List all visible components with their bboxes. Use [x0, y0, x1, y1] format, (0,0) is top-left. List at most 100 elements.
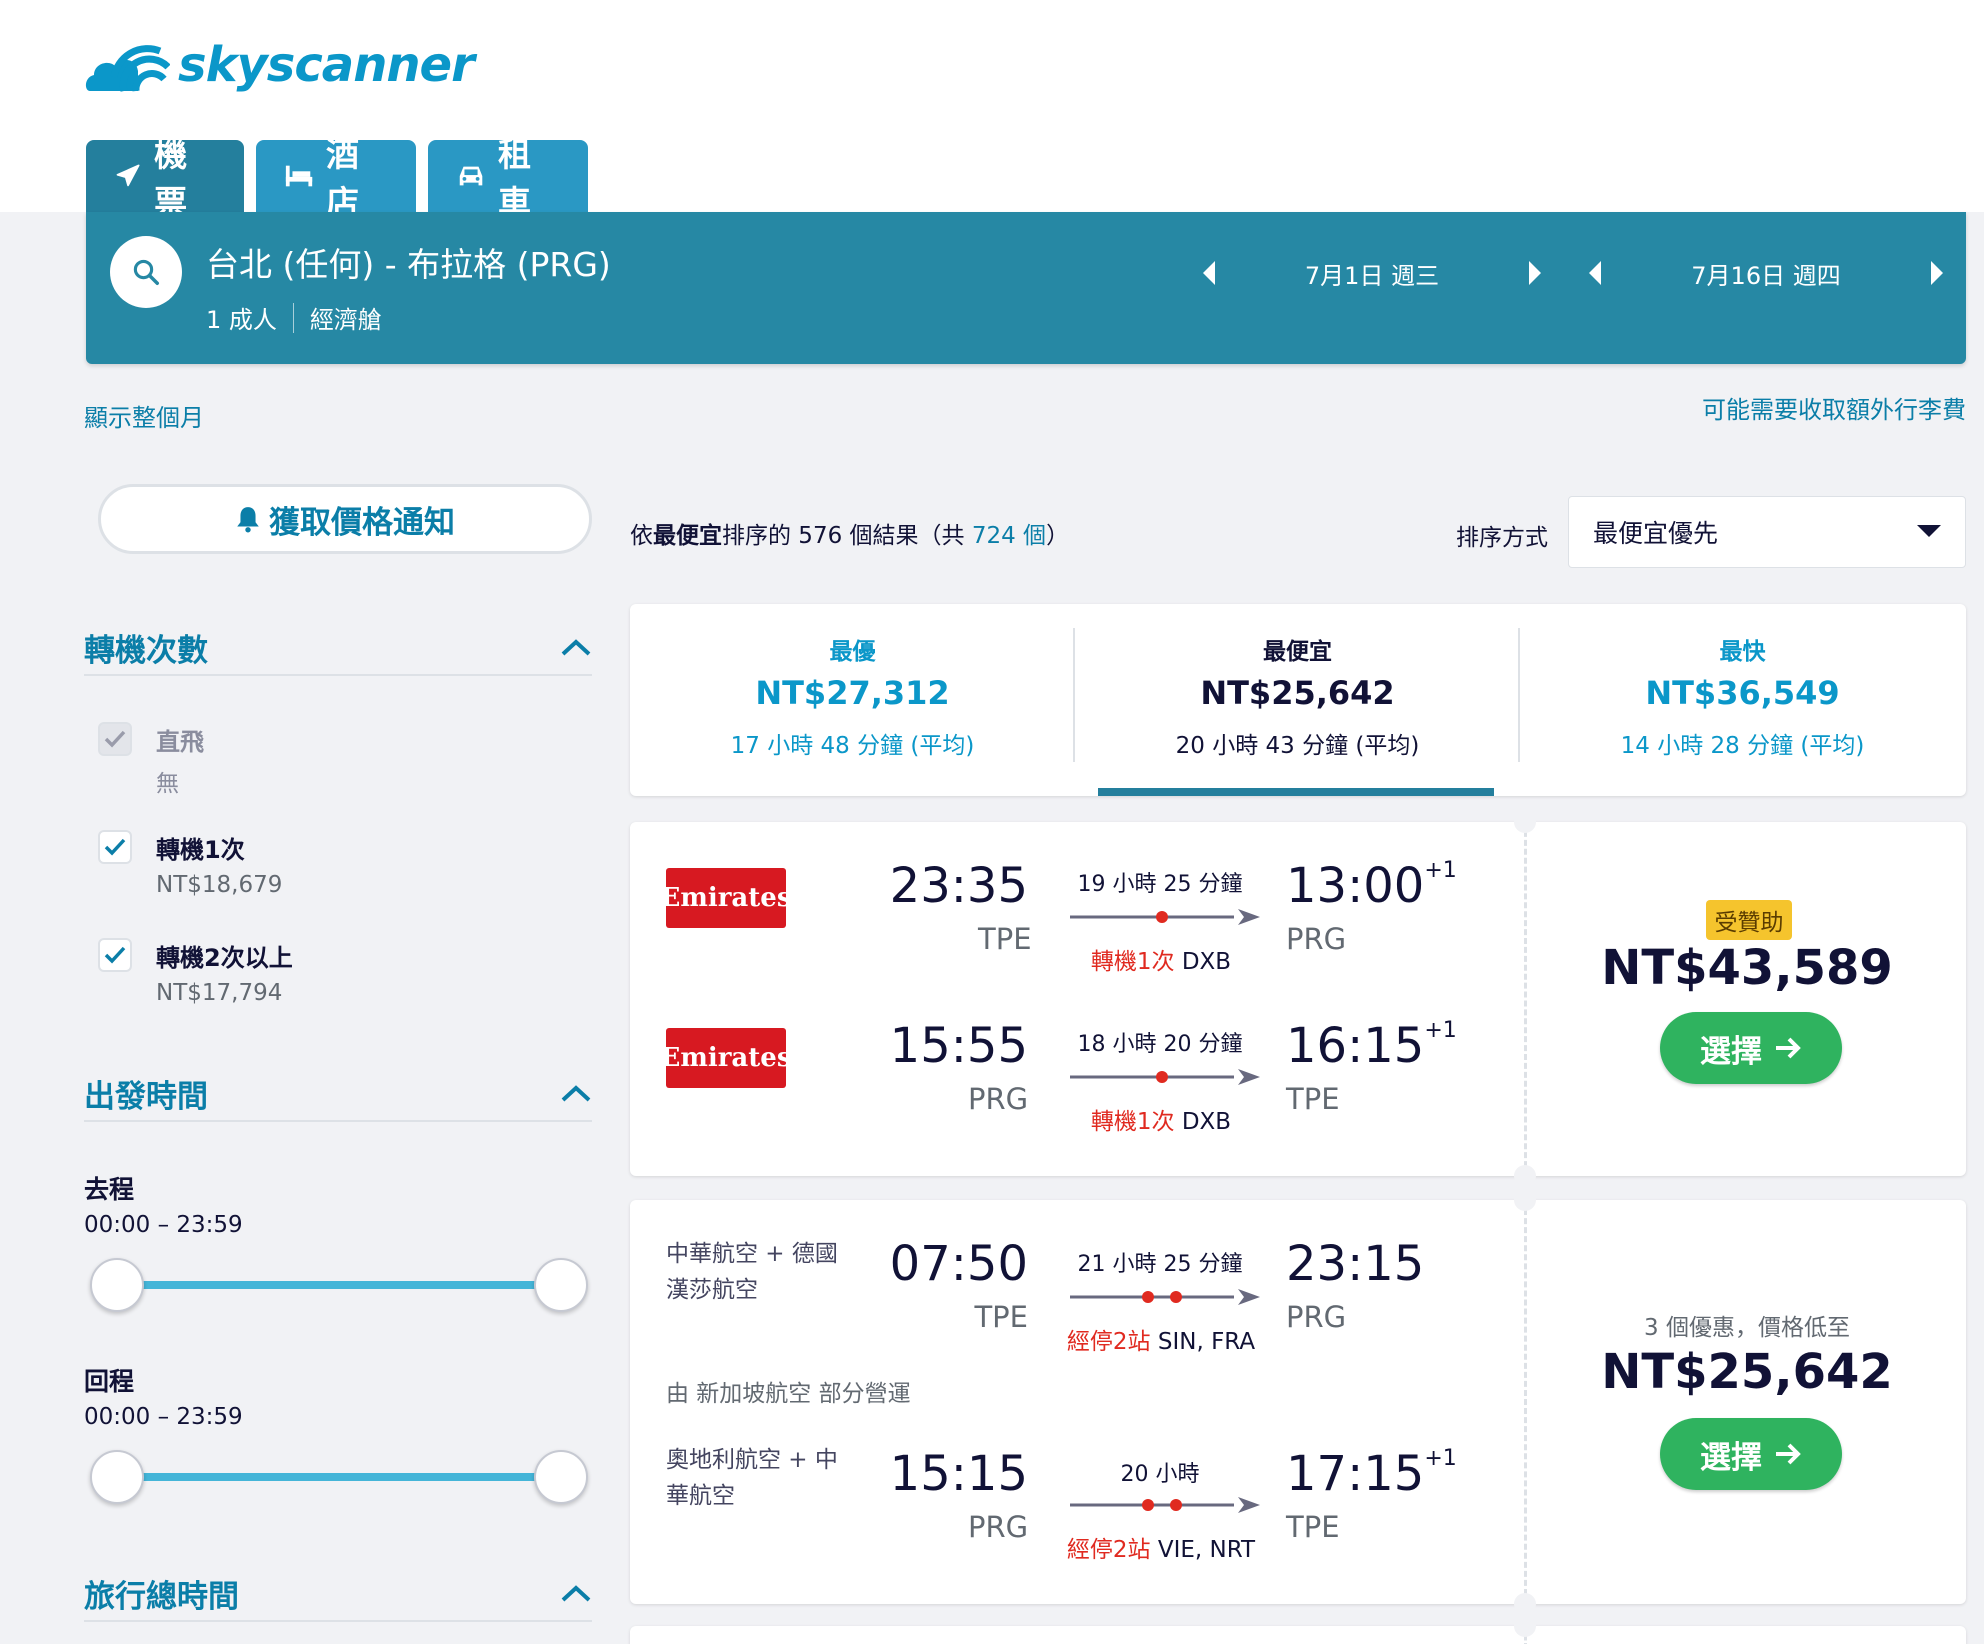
arrive-time-value: 13:00: [1286, 858, 1425, 914]
search-icon: [133, 259, 159, 285]
arrive-time-value: 23:15: [1286, 1236, 1425, 1292]
return-slider-min-handle[interactable]: [90, 1450, 144, 1504]
leg-stops: 經停2站 VIE, NRT: [1030, 1530, 1292, 1564]
search-button[interactable]: [110, 236, 182, 308]
arrive-code: TPE: [1286, 1510, 1340, 1544]
one-stop-price: NT$18,679: [156, 872, 283, 898]
caret-right-icon: [1931, 261, 1943, 285]
duration-filter-header[interactable]: 旅行總時間: [84, 1566, 592, 1622]
skyscanner-logo[interactable]: skyscanner: [84, 30, 475, 100]
tab-label: 機票: [154, 135, 188, 222]
baggage-fee-link[interactable]: 可能需要收取額外行李費: [1702, 390, 1966, 425]
price-alert-button[interactable]: 獲取價格通知: [98, 484, 592, 554]
chevron-up-icon: [561, 639, 591, 656]
tab-hotels[interactable]: 酒店: [256, 135, 416, 222]
depart-next-button[interactable]: [1514, 248, 1554, 298]
return-prev-button[interactable]: [1576, 248, 1616, 298]
arrive-time: 17:15+1: [1286, 1446, 1476, 1502]
depart-date[interactable]: 7月1日 週三: [1230, 256, 1514, 291]
caret-left-icon: [1203, 261, 1215, 285]
depart-time: 23:35: [889, 858, 1028, 914]
depart-time-filter-header[interactable]: 出發時間: [84, 1066, 592, 1122]
price-alert-label: 獲取價格通知: [269, 504, 455, 541]
return-slider-max-handle[interactable]: [534, 1450, 588, 1504]
summary-price: NT$25,642: [1200, 674, 1395, 712]
two-plus-stops-price: NT$17,794: [156, 980, 283, 1006]
tab-label: 租車: [498, 135, 532, 222]
arrive-time: 23:15: [1286, 1236, 1476, 1292]
stops-via: SIN, FRA: [1150, 1329, 1256, 1355]
depart-date-nav: 7月1日 週三: [1190, 248, 1554, 298]
summary-fastest[interactable]: 最快 NT$36,549 14 小時 28 分鐘 (平均): [1520, 604, 1965, 796]
passenger-cabin[interactable]: 1 成人 經濟艙: [206, 300, 382, 335]
outbound-slider-track[interactable]: [116, 1281, 560, 1289]
select-button[interactable]: 選擇: [1660, 1012, 1842, 1084]
show-whole-month-link[interactable]: 顯示整個月: [84, 398, 204, 433]
two-plus-stops-label: 轉機2次以上: [156, 944, 293, 972]
check-icon: [104, 730, 126, 748]
results-prefix: 依: [630, 523, 653, 549]
tab-label: 酒店: [326, 135, 360, 222]
chevron-up-icon: [561, 1585, 591, 1602]
cabin-class: 經濟艙: [309, 306, 382, 334]
price-area: 受贊助 NT$43,589 選擇: [1528, 822, 1966, 1176]
return-date-nav: 7月16日 週四: [1576, 248, 1956, 298]
results-total[interactable]: 724 個: [972, 523, 1046, 549]
summary-duration: 17 小時 48 分鐘 (平均): [730, 733, 975, 759]
summary-tabs: 最優 NT$27,312 17 小時 48 分鐘 (平均) 最便宜 NT$25,…: [630, 604, 1966, 796]
active-tab-indicator: [1098, 788, 1494, 796]
depart-prev-button[interactable]: [1190, 248, 1230, 298]
stops-via: VIE, NRT: [1150, 1537, 1256, 1563]
sort-value: 最便宜優先: [1593, 519, 1719, 548]
tab-flights[interactable]: 機票: [86, 135, 244, 222]
summary-best[interactable]: 最優 NT$27,312 17 小時 48 分鐘 (平均): [630, 604, 1075, 796]
airline-name-line: 奧地利航空 + 中: [666, 1447, 838, 1473]
search-summary-bar[interactable]: 台北 (任何) - 布拉格 (PRG) 1 成人 經濟艙 7月1日 週三 7月1…: [86, 212, 1966, 364]
select-button[interactable]: 選擇: [1660, 1418, 1842, 1490]
price-area: 3 個優惠，價格低至 NT$25,642 選擇: [1528, 1200, 1966, 1604]
one-stop-label: 轉機1次: [156, 836, 245, 864]
results-suffix: ）: [1046, 523, 1070, 549]
card-divider: [1524, 822, 1527, 1176]
summary-title: 最快: [1719, 639, 1766, 665]
plane-icon: [1238, 1069, 1260, 1085]
stops-count: 轉機1次: [1090, 949, 1175, 975]
cloud-sunrise-icon: [85, 45, 170, 92]
sort-select[interactable]: 最便宜優先: [1568, 496, 1966, 568]
outbound-slider-min-handle[interactable]: [90, 1258, 144, 1312]
two-plus-stops-checkbox[interactable]: [98, 938, 132, 972]
card-notch: [1514, 1615, 1536, 1637]
direct-checkbox[interactable]: [98, 722, 132, 756]
results-middle: 排序的 576 個結果（共: [722, 523, 972, 549]
product-tabs: 機票 酒店 租車: [86, 135, 600, 222]
emirates-logo: Emirates: [661, 1028, 791, 1088]
route-text[interactable]: 台北 (任何) - 布拉格 (PRG): [206, 238, 611, 286]
summary-title: 最優: [829, 639, 876, 665]
arrive-time-value: 16:15: [1286, 1018, 1425, 1074]
return-date[interactable]: 7月16日 週四: [1616, 256, 1916, 291]
return-slider-track[interactable]: [116, 1473, 560, 1481]
airline-name: 奧地利航空 + 中 華航空: [666, 1442, 838, 1514]
leg-line-one-stop: [1070, 1069, 1260, 1085]
stops-filter-header[interactable]: 轉機次數: [84, 620, 592, 676]
depart-time-filter-title: 出發時間: [84, 1078, 208, 1115]
return-next-button[interactable]: [1916, 248, 1956, 298]
stops-count: 轉機1次: [1090, 1109, 1175, 1135]
one-stop-checkbox[interactable]: [98, 830, 132, 864]
check-icon: [104, 946, 126, 964]
stops-count: 經停2站: [1066, 1537, 1151, 1563]
outbound-slider-max-handle[interactable]: [534, 1258, 588, 1312]
result-card[interactable]: Emirates 23:35 TPE 19 小時 25 分鐘 轉機1次 DXB …: [630, 811, 1966, 1187]
leg-duration: 21 小時 25 分鐘: [1077, 1252, 1243, 1277]
result-card[interactable]: 中華航空 + 德國 漢莎航空 07:50 TPE 21 小時 25 分鐘 經停2…: [630, 1189, 1966, 1615]
select-label: 選擇: [1700, 1439, 1762, 1476]
leg-stops: 經停2站 SIN, FRA: [1030, 1322, 1292, 1356]
direct-label: 直飛: [156, 728, 204, 756]
tab-car-hire[interactable]: 租車: [428, 135, 588, 222]
day-offset: +1: [1424, 1018, 1457, 1043]
operated-by: 由 新加坡航空 部分營運: [666, 1381, 911, 1407]
outbound-range: 00:00 – 23:59: [84, 1212, 243, 1238]
result-card[interactable]: [630, 1615, 1966, 1644]
summary-cheapest[interactable]: 最便宜 NT$25,642 20 小時 43 分鐘 (平均): [1075, 604, 1520, 796]
stops-count: 經停2站: [1066, 1329, 1151, 1355]
